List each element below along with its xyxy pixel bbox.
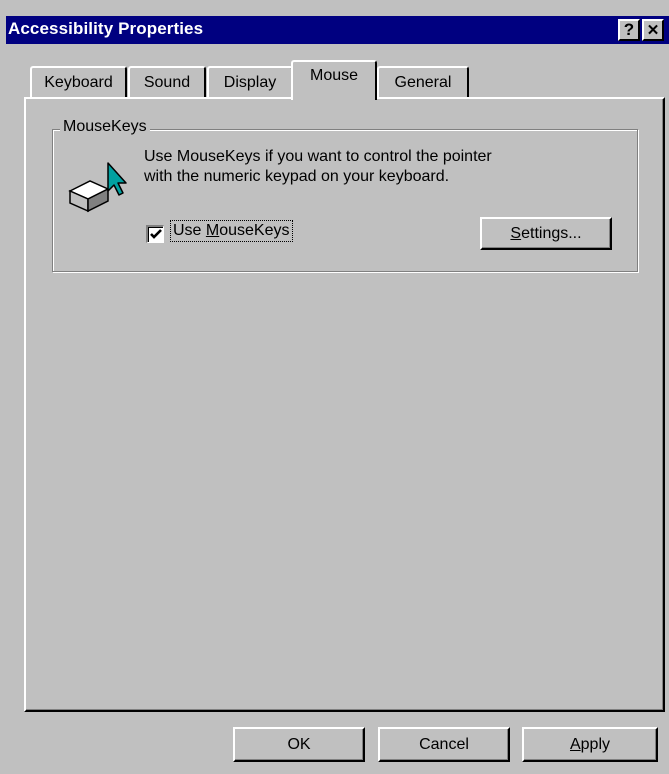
mousekeys-icon bbox=[68, 162, 127, 213]
use-mousekeys-label-prefix: Use bbox=[173, 222, 206, 239]
settings-rest: ettings... bbox=[521, 224, 582, 242]
ok-button[interactable]: OK bbox=[233, 727, 365, 762]
window-frame-top bbox=[0, 0, 669, 16]
accessibility-properties-window: Accessibility Properties ? ✕ Keyboard So… bbox=[0, 0, 669, 774]
settings-button[interactable]: Settings... bbox=[480, 217, 612, 250]
use-mousekeys-label-accel: M bbox=[205, 222, 220, 239]
title-bar[interactable]: Accessibility Properties ? ✕ bbox=[6, 16, 669, 44]
help-icon: ? bbox=[623, 20, 635, 39]
tab-mouse-label: Mouse bbox=[309, 67, 359, 84]
tab-sound[interactable]: Sound bbox=[128, 66, 206, 98]
cancel-button-label: Cancel bbox=[419, 735, 469, 753]
apply-accel: A bbox=[569, 735, 581, 753]
close-icon: ✕ bbox=[646, 22, 660, 39]
close-button[interactable]: ✕ bbox=[642, 19, 664, 41]
tab-display-label: Display bbox=[223, 74, 277, 91]
description-line-1: Use MouseKeys if you want to control the… bbox=[144, 148, 492, 165]
tab-mouse[interactable]: Mouse bbox=[291, 60, 377, 100]
tab-sound-label: Sound bbox=[143, 74, 191, 91]
tab-display[interactable]: Display bbox=[207, 66, 293, 98]
apply-rest: pply bbox=[580, 735, 611, 753]
mousekeys-group-label: MouseKeys bbox=[60, 118, 150, 136]
use-mousekeys-checkbox[interactable] bbox=[146, 225, 164, 243]
panel-shadow-right bbox=[662, 99, 663, 710]
apply-button[interactable]: Apply bbox=[522, 727, 658, 762]
description-line-2: with the numeric keypad on your keyboard… bbox=[144, 168, 450, 185]
settings-button-label: Settings... bbox=[510, 225, 581, 243]
tab-keyboard-label: Keyboard bbox=[44, 74, 113, 91]
use-mousekeys-label-rest: ouseKeys bbox=[219, 222, 290, 239]
settings-accel: S bbox=[510, 224, 522, 242]
apply-button-label: Apply bbox=[570, 736, 610, 754]
tab-keyboard[interactable]: Keyboard bbox=[30, 66, 127, 98]
tab-general-label: General bbox=[394, 74, 452, 91]
checkmark-icon bbox=[149, 229, 162, 239]
use-mousekeys-label[interactable]: Use MouseKeys bbox=[170, 220, 293, 242]
window-title: Accessibility Properties bbox=[8, 19, 204, 38]
mouse-tab-panel: MouseKeys Use MouseKeys if you want to c… bbox=[24, 97, 665, 712]
cancel-button[interactable]: Cancel bbox=[378, 727, 510, 762]
help-button[interactable]: ? bbox=[618, 19, 640, 41]
mousekeys-description: Use MouseKeys if you want to control the… bbox=[144, 147, 604, 187]
tab-general[interactable]: General bbox=[377, 66, 469, 98]
panel-shadow-bottom bbox=[26, 709, 663, 710]
ok-button-label: OK bbox=[287, 735, 311, 753]
